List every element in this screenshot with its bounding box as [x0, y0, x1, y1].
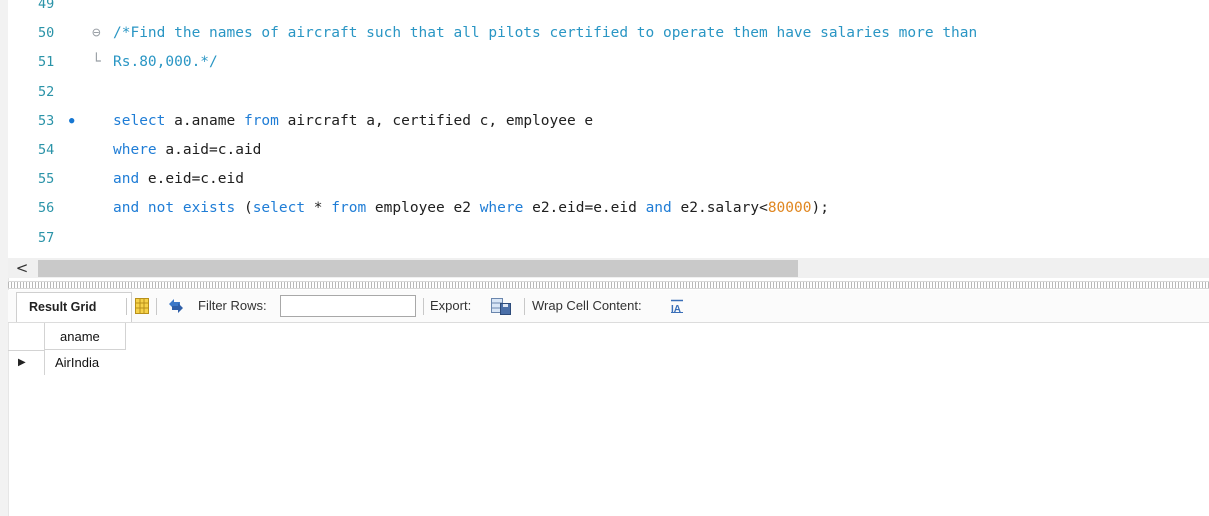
line-number: 50: [38, 25, 55, 42]
toolbar-separator: [126, 298, 127, 315]
sql-keyword: where: [113, 142, 157, 158]
filter-rows-label: Filter Rows:: [198, 298, 267, 313]
svg-text:IA: IA: [671, 304, 681, 313]
sql-number: 80000: [767, 200, 812, 217]
line-number: 51: [38, 54, 55, 71]
sql-keyword: where: [479, 200, 524, 217]
code-text: where a.aid=c.aid: [113, 136, 261, 165]
code-text: /*Find the names of aircraft such that a…: [113, 19, 977, 48]
line-number: 52: [38, 83, 55, 100]
statement-marker-icon[interactable]: ●: [69, 107, 74, 136]
line-number: 49: [38, 0, 55, 12]
current-row-indicator-icon: ▶: [18, 357, 26, 368]
export-icon[interactable]: [490, 290, 512, 322]
sql-identifier: );: [811, 200, 829, 217]
sql-keyword: from: [331, 200, 367, 217]
code-text: and not exists (select * from employee e…: [113, 194, 829, 223]
code-text: select a.aname from aircraft a, certifie…: [113, 107, 593, 136]
sql-identifier: aircraft a, certified c, employee e: [278, 112, 594, 129]
scrollbar-thumb[interactable]: [38, 260, 798, 277]
result-grid-tab[interactable]: Result Grid: [16, 292, 132, 322]
filter-rows-input[interactable]: [280, 295, 416, 317]
code-text: and e.eid=c.eid: [113, 165, 244, 194]
wrap-cell-content-label: Wrap Cell Content:: [532, 298, 642, 313]
sql-identifier: a.aname: [165, 112, 244, 129]
line-number: 56: [38, 200, 55, 217]
toolbar-separator: [423, 298, 424, 315]
code-text: Rs.80,000.*/: [113, 48, 218, 77]
result-toolbar: Result Grid Filter Rows: Export: Wrap Ce…: [8, 290, 1209, 323]
grid-corner-cell[interactable]: [8, 323, 45, 351]
sql-keyword: select: [113, 112, 166, 129]
sql-keyword: and not exists: [113, 200, 236, 217]
sql-identifier: a.aid=c.aid: [156, 142, 262, 158]
line-number: 57: [38, 229, 55, 246]
wrap-text-icon[interactable]: IA: [668, 290, 686, 322]
sql-identifier: employee e2: [366, 200, 480, 217]
sql-keyword: select: [252, 200, 306, 217]
horizontal-scrollbar[interactable]: <: [8, 258, 1209, 278]
sql-identifier: e.eid=c.eid: [139, 171, 244, 188]
sql-identifier: e2.salary<: [671, 200, 768, 217]
toolbar-separator: [524, 298, 525, 315]
toolbar-separator: [156, 298, 157, 315]
scroll-left-arrow-icon[interactable]: <: [8, 258, 36, 278]
line-number: 54: [38, 142, 55, 158]
refresh-icon[interactable]: [166, 290, 186, 322]
sql-keyword: from: [243, 112, 279, 129]
column-header-aname[interactable]: aname: [44, 323, 126, 350]
sql-comment: Rs.80,000.*/: [113, 54, 218, 71]
line-number: 55: [38, 171, 55, 188]
grid-layout-icon[interactable]: [132, 290, 152, 322]
sql-keyword: and: [645, 200, 672, 217]
fold-end-icon: └: [92, 54, 101, 71]
sql-identifier: e2.eid=e.eid: [523, 200, 646, 217]
table-cell[interactable]: AirIndia: [44, 351, 126, 375]
sql-comment: /*Find the names of aircraft such that a…: [113, 25, 978, 42]
sql-identifier: *: [305, 200, 332, 217]
panel-splitter[interactable]: [8, 281, 1209, 289]
sql-editor[interactable]: 49 50 ⊖ /*Find the names of aircraft such t…: [8, 0, 1209, 258]
fold-collapse-icon[interactable]: ⊖: [92, 19, 101, 48]
sql-identifier: (: [235, 200, 253, 217]
sql-keyword: and: [113, 171, 140, 188]
export-label: Export:: [430, 298, 472, 313]
